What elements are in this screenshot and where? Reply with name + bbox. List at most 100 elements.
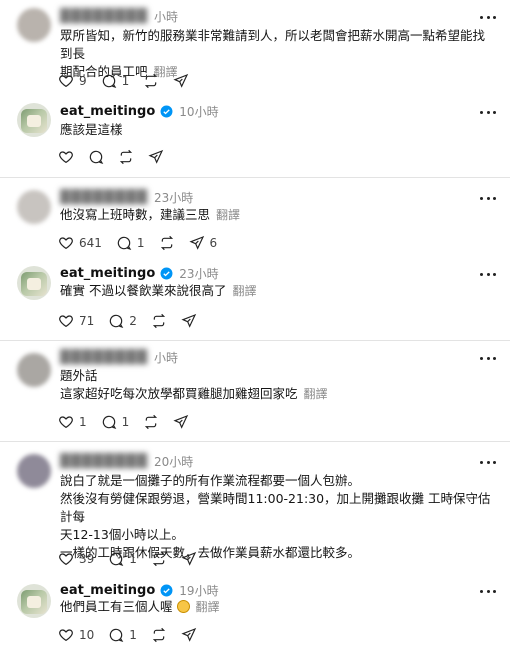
like-button[interactable]: 9 [58,73,87,89]
username[interactable]: ████████ [60,454,148,469]
paper-plane-icon [181,313,197,328]
more-dots-icon[interactable] [480,351,496,365]
like-button[interactable]: 71 [58,313,94,329]
avatar[interactable] [17,353,51,387]
translate-link[interactable]: 翻譯 [216,208,240,222]
avatar[interactable] [17,103,51,137]
repost-arrows-icon [152,627,166,643]
share-button[interactable] [173,414,189,430]
reply-button[interactable]: 1 [116,235,145,251]
more-dots-icon[interactable] [480,455,496,469]
post-header: ████████ 23小時 [60,188,193,206]
avatar[interactable] [17,190,51,224]
timestamp: 10小時 [179,104,219,119]
more-dots-icon[interactable] [480,267,496,281]
repost-arrows-icon [145,73,158,89]
translate-link[interactable]: 翻譯 [304,387,328,401]
avatar[interactable] [17,454,51,488]
action-bar: 641 1 6 [58,234,231,252]
repost-button[interactable] [159,235,175,251]
like-count: 1 [79,415,87,429]
post-text-line: 眾所皆知，新竹的服務業非常難請到人，所以老闆會把薪水開高一點希望能找到長 [60,28,486,61]
share-button[interactable] [148,149,164,165]
more-dots-icon[interactable] [480,105,496,119]
post-text-line: 題外話 [60,368,98,383]
post-text: 說白了就是一個攤子的所有作業流程都要一個人包辦。 然後沒有勞健保跟勞退，營業時間… [60,472,492,562]
post-text-line: 然後沒有勞健保跟勞退，營業時間11:00-21:30，加上開攤跟收攤 工時保守估… [60,491,491,524]
speech-bubble-icon [102,415,116,430]
verified-badge-icon [160,584,173,596]
post-header: eat_meitingo 19小時 [60,581,219,599]
reply-button[interactable]: 1 [101,73,129,89]
action-bar [58,148,178,166]
paper-plane-icon [181,627,197,642]
username[interactable]: ████████ [60,9,148,24]
post-text-line: 他們員工有三個人喔 [60,599,173,614]
like-button[interactable] [58,149,74,165]
speech-bubble-icon [110,552,124,567]
share-button[interactable] [173,73,189,89]
repost-button[interactable] [151,627,167,643]
speech-bubble-icon [117,236,132,251]
heart-outline-icon [59,553,73,566]
reply-button[interactable] [88,149,104,165]
translate-link[interactable]: 翻譯 [232,284,256,298]
post-header: ████████ 小時 [60,7,178,25]
timestamp: 小時 [153,350,178,365]
username[interactable]: eat_meitingo [60,583,155,598]
share-button[interactable] [181,627,197,643]
repost-button[interactable] [118,149,134,165]
heart-outline-icon [59,237,73,250]
post-text: 應該是這樣 [60,121,492,139]
username[interactable]: ████████ [60,190,148,205]
repost-button[interactable] [151,313,167,329]
more-dots-icon[interactable] [480,191,496,205]
repost-button[interactable] [151,551,167,567]
post-header: eat_meitingo 10小時 [60,102,219,120]
like-button[interactable]: 10 [58,627,94,643]
translate-link[interactable]: 翻譯 [196,600,220,614]
post-text-line: 他沒寫上班時數，建議三思 [60,207,211,222]
reply-count: 1 [129,628,137,642]
post-header: ████████ 20小時 [60,452,193,470]
repost-arrows-icon [152,313,166,329]
timestamp: 小時 [153,9,178,24]
like-button[interactable]: 39 [58,551,94,567]
more-dots-icon[interactable] [480,10,496,24]
repost-button[interactable] [143,73,159,89]
comment-post: ████████ 23小時 他沒寫上班時數，建議三思 翻譯 641 1 6 [0,180,510,258]
avatar[interactable] [17,8,51,42]
speech-bubble-icon [110,628,124,643]
like-button[interactable]: 641 [58,235,102,251]
reply-button[interactable]: 1 [108,627,137,643]
more-dots-icon[interactable] [480,584,496,598]
username[interactable]: ████████ [60,350,148,365]
reply-button[interactable]: 1 [108,551,137,567]
share-button[interactable] [181,313,197,329]
reply-button[interactable]: 1 [101,414,129,430]
verified-badge-icon [160,105,173,117]
post-text-line: 天12-13個小時以上。 [60,527,184,542]
reply-count: 2 [129,314,137,328]
share-button[interactable]: 6 [188,235,217,251]
reply-count: 1 [136,236,145,250]
thread-divider [0,441,510,442]
repost-button[interactable] [143,414,159,430]
username[interactable]: eat_meitingo [60,104,155,119]
action-bar: 10 1 [58,626,211,644]
reply-button[interactable]: 2 [108,313,137,329]
post-text: 題外話 這家超好吃每次放學都買雞腿加雞翅回家吃 翻譯 [60,367,492,403]
comment-post: ████████ 20小時 說白了就是一個攤子的所有作業流程都要一個人包辦。 然… [0,444,510,574]
post-text-line: 應該是這樣 [60,122,123,137]
repost-arrows-icon [160,235,173,251]
username[interactable]: eat_meitingo [60,266,155,281]
like-count: 10 [79,628,95,642]
timestamp: 19小時 [179,583,219,598]
avatar[interactable] [17,266,51,300]
like-button[interactable]: 1 [58,414,87,430]
reply-count: 1 [129,552,137,566]
avatar[interactable] [17,584,51,618]
share-button[interactable] [181,551,197,567]
laughing-emoji-icon [176,600,190,613]
repost-arrows-icon [152,551,166,567]
